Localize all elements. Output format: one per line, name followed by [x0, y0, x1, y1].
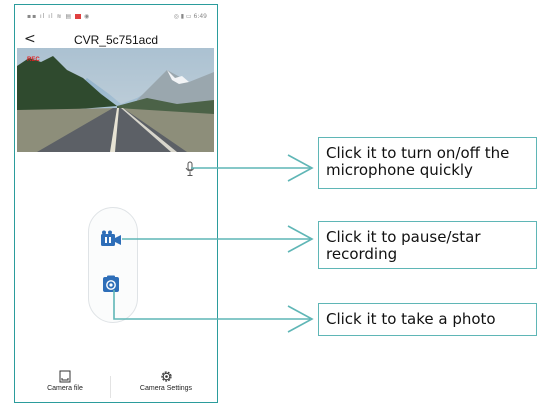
callout-recording-text: Click it to pause/star recording [326, 228, 481, 263]
callout-microphone-text: Click it to turn on/off the microphone q… [326, 144, 510, 179]
callout-microphone: Click it to turn on/off the microphone q… [318, 137, 537, 189]
callout-photo: Click it to take a photo [318, 303, 537, 336]
photo-connector-line [113, 290, 310, 320]
callout-connectors [113, 154, 314, 333]
callout-photo-text: Click it to take a photo [326, 310, 496, 328]
callout-recording: Click it to pause/star recording [318, 221, 537, 269]
